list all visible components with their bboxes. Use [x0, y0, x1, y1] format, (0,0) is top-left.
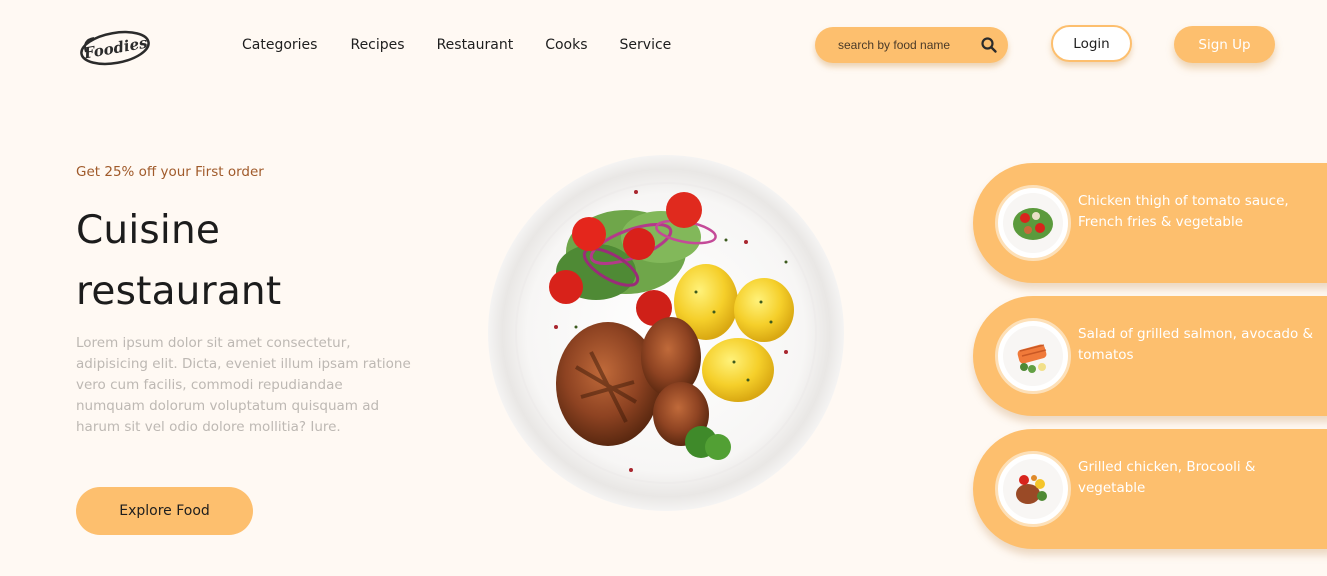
nav-link-categories[interactable]: Categories [242, 37, 317, 53]
explore-food-button[interactable]: Explore Food [76, 487, 253, 535]
login-button[interactable]: Login [1051, 25, 1132, 62]
nav-link-cooks[interactable]: Cooks [545, 37, 587, 53]
nav-link-recipes[interactable]: Recipes [350, 37, 404, 53]
dish-title: Grilled chicken, Brocooli & vegetable [1078, 459, 1256, 496]
promo-text: Get 25% off your First order [76, 164, 264, 180]
dish-thumbnail [995, 318, 1071, 394]
dish-title: Chicken thigh of tomato sauce, French fr… [1078, 193, 1289, 230]
hero-title-line2: restaurant [76, 269, 282, 314]
dish-thumbnail [995, 185, 1071, 261]
search-icon[interactable] [980, 36, 998, 54]
hero-title: Cuisine restaurant [76, 200, 406, 322]
hero-description: Lorem ipsum dolor sit amet consectetur, … [76, 335, 411, 435]
dish-thumbnail [995, 451, 1071, 527]
signup-button[interactable]: Sign Up [1174, 26, 1275, 63]
hero-title-line1: Cuisine [76, 208, 221, 253]
search-input[interactable] [838, 38, 988, 52]
featured-dish-card[interactable]: Salad of grilled salmon, avocado & tomat… [973, 296, 1327, 416]
main-nav: Categories Recipes Restaurant Cooks Serv… [242, 37, 671, 53]
dish-title: Salad of grilled salmon, avocado & tomat… [1078, 326, 1314, 363]
nav-link-restaurant[interactable]: Restaurant [437, 37, 514, 53]
hero-dish-image [486, 152, 846, 514]
featured-dish-card[interactable]: Chicken thigh of tomato sauce, French fr… [973, 163, 1327, 283]
search-bar [815, 27, 1008, 63]
brand-logo[interactable]: Foodies [78, 26, 154, 68]
featured-dish-card[interactable]: Grilled chicken, Brocooli & vegetable [973, 429, 1327, 549]
nav-link-service[interactable]: Service [620, 37, 672, 53]
logo-icon: Foodies [80, 30, 150, 66]
